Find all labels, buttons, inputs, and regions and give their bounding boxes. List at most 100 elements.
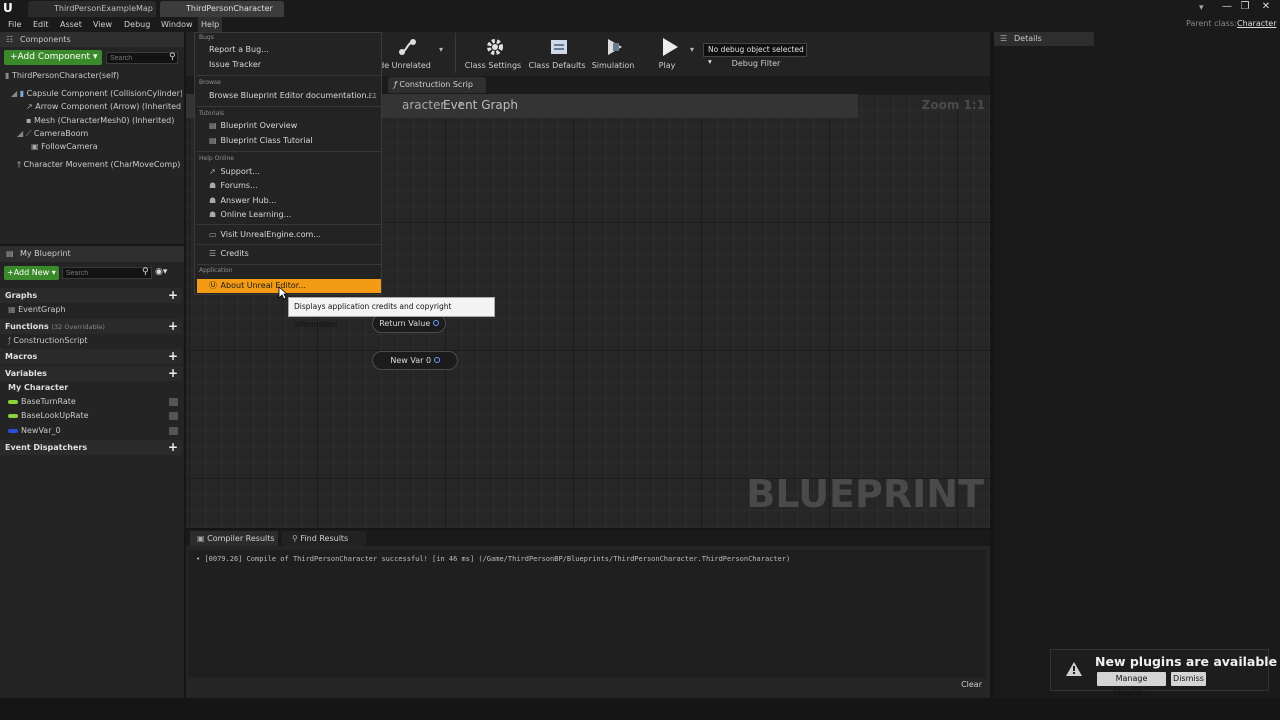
- book-icon: ▤: [209, 121, 217, 130]
- details-tab[interactable]: ☰ Details: [994, 32, 1094, 46]
- manage-plugins-button[interactable]: Manage Plugins...: [1097, 672, 1166, 697]
- search-icon: ⚲: [142, 267, 149, 277]
- add-variable-button[interactable]: +: [168, 366, 178, 381]
- variable-base-lookup-rate[interactable]: BaseLookUpRate: [0, 409, 182, 423]
- maximize-button[interactable]: ❐: [1237, 0, 1253, 14]
- learning-icon: ☗: [209, 210, 217, 219]
- tree-item-capsule[interactable]: ◢ ▮ Capsule Component (CollisionCylinder…: [0, 87, 182, 100]
- components-icon: ☷: [6, 35, 14, 44]
- menu-asset[interactable]: Asset: [57, 17, 85, 32]
- variable-newvar0[interactable]: NewVar_0: [0, 424, 182, 438]
- menu-item-label: Blueprint Overview: [220, 121, 298, 130]
- add-macro-button[interactable]: +: [168, 349, 178, 364]
- visibility-eye-icon[interactable]: [169, 412, 178, 420]
- category-my-character[interactable]: My Character: [0, 381, 182, 395]
- debug-object-select[interactable]: No debug object selected ▾: [703, 43, 807, 66]
- event-graph-item[interactable]: ▦ EventGraph: [0, 303, 182, 317]
- menu-file[interactable]: File: [5, 17, 24, 32]
- section-variables-label: Variables: [5, 369, 47, 378]
- dismiss-button[interactable]: Dismiss: [1171, 672, 1206, 686]
- blueprint-watermark: BLUEPRINT: [746, 472, 984, 516]
- tab-compiler-results[interactable]: ▣ Compiler Results: [190, 531, 278, 546]
- menu-item-label: Online Learning...: [220, 210, 292, 219]
- output-pin-icon[interactable]: [433, 357, 440, 363]
- add-new-button[interactable]: +Add New ▾: [4, 266, 59, 280]
- breadcrumb-parent[interactable]: aracter: [402, 98, 445, 112]
- menu-help[interactable]: Help: [198, 17, 223, 32]
- section-variables[interactable]: Variables +: [0, 366, 182, 381]
- add-dispatcher-button[interactable]: +: [168, 440, 178, 455]
- add-graph-button[interactable]: +: [168, 288, 178, 303]
- user-icon[interactable]: ▾: [1199, 3, 1204, 13]
- expand-arrow-icon: ◢: [17, 129, 24, 138]
- menu-view[interactable]: View: [90, 17, 115, 32]
- tree-item-label: Mesh (CharacterMesh0) (Inherited): [33, 116, 175, 125]
- graph-icon: ▦: [8, 305, 16, 314]
- menu-item-about-unreal-editor[interactable]: Ⓤ About Unreal Editor...: [197, 279, 381, 293]
- function-icon: ƒ: [8, 336, 11, 345]
- section-macros-label: Macros: [5, 352, 38, 361]
- plugins-notification: New plugins are available Manage Plugins…: [1050, 649, 1277, 697]
- menu-item-blueprint-overview[interactable]: ▤ Blueprint Overview: [197, 119, 381, 133]
- section-functions[interactable]: Functions (32 Overridable) +: [0, 319, 182, 334]
- section-graphs[interactable]: Graphs +: [0, 288, 182, 303]
- menu-item-answer-hub[interactable]: ☗ Answer Hub...: [197, 194, 381, 208]
- menu-item-browse-docs[interactable]: Browse Blueprint Editor documentation...…: [197, 89, 381, 103]
- tree-item-mesh[interactable]: ▪ Mesh (CharacterMesh0) (Inherited): [0, 114, 182, 127]
- tab-character[interactable]: ThirdPersonCharacter: [160, 1, 284, 17]
- menu-debug[interactable]: Debug: [121, 17, 153, 32]
- section-macros[interactable]: Macros +: [0, 349, 182, 364]
- blueprint-search-input[interactable]: [62, 267, 152, 279]
- parent-class-link[interactable]: Character: [1237, 19, 1277, 28]
- eye-icon[interactable]: ◉▾: [155, 267, 167, 277]
- tree-item-arrow[interactable]: ↗ Arrow Component (Arrow) (Inherited): [0, 100, 182, 113]
- add-component-button[interactable]: +Add Component ▾: [4, 50, 102, 65]
- unreal-logo-icon[interactable]: U: [3, 1, 15, 15]
- tab-find-results[interactable]: ⚲ Find Results: [282, 531, 366, 546]
- tree-item-label: Capsule Component (CollisionCylinder) (I…: [26, 89, 182, 98]
- output-pin-icon[interactable]: [432, 320, 439, 326]
- menu-item-report-bug[interactable]: Report a Bug...: [197, 43, 381, 57]
- close-button[interactable]: ✕: [1258, 0, 1274, 14]
- self-item[interactable]: ▮ ThirdPersonCharacter(self): [0, 69, 184, 82]
- menu-item-blueprint-class-tutorial[interactable]: ▤ Blueprint Class Tutorial: [197, 134, 381, 148]
- tree-item-cameraboom[interactable]: ◢ ⟋ CameraBoom: [0, 127, 182, 140]
- menu-window[interactable]: Window: [158, 17, 196, 32]
- menu-item-visit-unrealengine[interactable]: ▭ Visit UnrealEngine.com...: [197, 228, 381, 242]
- menu-item-support[interactable]: ↗ Support...: [197, 165, 381, 179]
- tab-compiler-label: Compiler Results: [207, 534, 275, 543]
- menu-edit[interactable]: Edit: [30, 17, 52, 32]
- float-pin-icon: [8, 400, 18, 404]
- section-event-dispatchers[interactable]: Event Dispatchers +: [0, 440, 182, 455]
- gear-icon: [487, 39, 503, 55]
- toolbar-divider: [455, 33, 456, 73]
- clear-button[interactable]: Clear: [961, 680, 982, 689]
- minimize-button[interactable]: —: [1219, 0, 1235, 14]
- tree-item-followcamera[interactable]: ▣ FollowCamera: [0, 140, 182, 153]
- expand-arrow-icon: ◢: [11, 89, 18, 98]
- visibility-eye-icon[interactable]: [169, 398, 178, 406]
- add-function-button[interactable]: +: [168, 319, 178, 334]
- menu-item-label: Blueprint Class Tutorial: [220, 136, 313, 145]
- tree-item-movement[interactable]: † Character Movement (CharMoveComp) (Inh…: [0, 158, 182, 171]
- construction-script-item[interactable]: ƒ ConstructionScript: [0, 334, 182, 348]
- float-pin-icon: [8, 414, 18, 418]
- compiler-log: • [0079.26] Compile of ThirdPersonCharac…: [186, 546, 990, 698]
- menu-item-forums[interactable]: ☗ Forums...: [197, 179, 381, 193]
- tab-construction-script[interactable]: ƒ Construction Scrip: [388, 77, 486, 93]
- components-search-input[interactable]: [106, 52, 178, 64]
- menu-item-label: Issue Tracker: [209, 60, 262, 69]
- hide-unrelated-dropdown-icon[interactable]: ▾: [439, 45, 443, 54]
- menu-item-online-learning[interactable]: ☗ Online Learning...: [197, 208, 381, 222]
- play-dropdown-icon[interactable]: ▾: [690, 45, 694, 54]
- variable-base-turn-rate[interactable]: BaseTurnRate: [0, 395, 182, 409]
- tab-map[interactable]: ThirdPersonExampleMap: [28, 1, 156, 17]
- answerhub-icon: ☗: [209, 196, 217, 205]
- menu-item-issue-tracker[interactable]: Issue Tracker: [197, 58, 381, 72]
- class-settings-button[interactable]: Class Settings: [458, 33, 528, 73]
- visibility-eye-icon[interactable]: [169, 427, 178, 435]
- menu-item-credits[interactable]: ☰ Credits: [197, 247, 381, 261]
- menu-divider: [197, 244, 381, 245]
- new-var-node[interactable]: New Var 0: [372, 351, 458, 370]
- object-pin-icon: [8, 429, 18, 433]
